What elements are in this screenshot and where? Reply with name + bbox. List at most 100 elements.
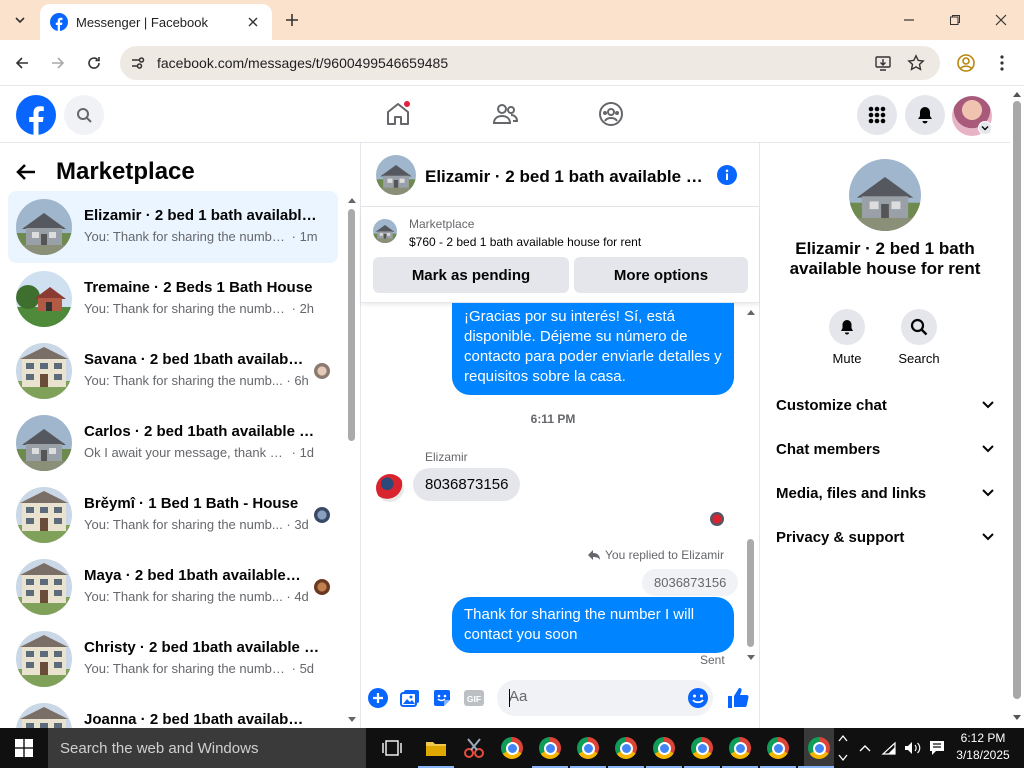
mute-bell-icon[interactable] — [829, 309, 865, 345]
conversation-item[interactable]: Tremaine · 2 Beds 1 Bath House You: Than… — [8, 263, 338, 335]
chrome-profile-icon[interactable] — [614, 736, 638, 760]
scroll-up-icon — [348, 198, 356, 203]
tab-search-button[interactable] — [8, 8, 32, 32]
chrome-profile-icon[interactable] — [652, 736, 676, 760]
chrome-profile-icon[interactable] — [576, 736, 600, 760]
conversation-preview: You: Thank for sharing the number... — [84, 229, 288, 244]
conversation-item[interactable]: Brěymî · 1 Bed 1 Bath - House You: Thank… — [8, 479, 338, 551]
file-explorer-icon[interactable] — [424, 736, 448, 760]
show-hidden-icons-icon[interactable] — [856, 728, 874, 768]
conversation-item[interactable]: Elizamir · 2 bed 1 bath available house … — [8, 191, 338, 263]
conversation-item[interactable]: Maya · 2 bed 1bath available House for r… — [8, 551, 338, 623]
bookmark-star-icon[interactable] — [906, 53, 926, 73]
conversation-item[interactable]: Carlos · 2 bed 1bath available House for… — [8, 407, 338, 479]
listing-title[interactable]: $760 - 2 bed 1 bath available house for … — [409, 235, 641, 249]
conversation-item[interactable]: Joanna · 2 bed 1bath available House for… — [8, 695, 338, 728]
conversation-title: Maya · 2 bed 1bath available House for r… — [84, 567, 304, 584]
details-listing-thumbnail[interactable] — [849, 159, 921, 231]
chrome-profile-icon-active[interactable] — [804, 728, 834, 768]
scroll-up-icon — [747, 310, 755, 315]
browser-tab[interactable]: Messenger | Facebook — [40, 4, 272, 40]
mute-label: Mute — [832, 351, 862, 366]
page-scrollbar[interactable] — [1010, 87, 1024, 728]
home-icon[interactable] — [383, 99, 413, 129]
facebook-search-icon[interactable] — [64, 95, 104, 135]
scrollbar-thumb[interactable] — [1013, 101, 1021, 699]
minimize-icon[interactable] — [886, 0, 932, 40]
message-input[interactable] — [509, 688, 669, 705]
menu-grid-icon[interactable] — [857, 95, 897, 135]
conversation-time: · 1d — [291, 445, 315, 460]
conversation-item[interactable]: Christy · 2 bed 1bath available House fo… — [8, 623, 338, 695]
taskbar-search-box[interactable]: Search the web and Windows — [48, 728, 366, 768]
more-options-button[interactable]: More options — [574, 257, 748, 293]
attach-photo-icon[interactable] — [399, 687, 421, 709]
incoming-message[interactable]: 8036873156 — [413, 468, 521, 501]
thumbs-up-icon[interactable] — [725, 685, 751, 711]
chrome-profile-icon[interactable] — [690, 736, 714, 760]
browser-menu-icon[interactable] — [990, 51, 1014, 75]
conversation-list-scrollbar[interactable] — [346, 195, 358, 725]
emoji-icon[interactable] — [687, 687, 709, 709]
mute-action[interactable]: Mute — [817, 309, 877, 366]
privacy-support-section[interactable]: Privacy & support — [768, 517, 1002, 557]
reload-icon[interactable] — [82, 51, 106, 75]
url-text[interactable]: facebook.com/messages/t/9600499546659485 — [157, 55, 448, 71]
listing-thumbnail — [16, 703, 72, 728]
close-window-icon[interactable] — [978, 0, 1024, 40]
taskbar-clock[interactable]: 6:12 PM 3/18/2025 — [952, 730, 1014, 764]
action-center-icon[interactable] — [926, 728, 948, 768]
facebook-logo-icon[interactable] — [16, 95, 56, 135]
mark-as-pending-button[interactable]: Mark as pending — [373, 257, 569, 293]
chrome-profile-icon[interactable] — [538, 736, 562, 760]
omnibox[interactable]: facebook.com/messages/t/9600499546659485 — [120, 46, 940, 80]
friends-icon[interactable] — [490, 99, 520, 129]
search-icon[interactable] — [901, 309, 937, 345]
taskbar-scroll-arrows[interactable] — [836, 728, 850, 768]
snipping-tool-icon[interactable] — [462, 736, 486, 760]
chat-members-section[interactable]: Chat members — [768, 429, 1002, 469]
windows-start-icon[interactable] — [0, 728, 48, 768]
info-icon[interactable] — [717, 165, 737, 185]
more-actions-plus-icon[interactable] — [367, 687, 389, 709]
message-input-wrapper[interactable] — [497, 680, 713, 716]
customize-chat-section[interactable]: Customize chat — [768, 385, 1002, 425]
tab-title: Messenger | Facebook — [76, 14, 208, 30]
new-tab-icon[interactable] — [282, 10, 302, 30]
notifications-bell-icon[interactable] — [905, 95, 945, 135]
task-view-icon[interactable] — [380, 736, 404, 760]
groups-icon[interactable] — [596, 99, 626, 129]
chrome-profile-icon[interactable] — [728, 736, 752, 760]
media-files-links-section[interactable]: Media, files and links — [768, 473, 1002, 513]
profile-icon[interactable] — [954, 51, 978, 75]
outgoing-message[interactable]: ¡Gracias por su interés! Sí, está dispon… — [452, 303, 734, 395]
listing-thumbnail-small[interactable] — [373, 219, 397, 243]
wifi-icon[interactable] — [878, 728, 900, 768]
conversation-time: · 3d — [286, 517, 309, 532]
thread-scrollbar[interactable] — [745, 303, 757, 671]
account-chevron-icon[interactable] — [978, 121, 992, 135]
site-info-icon[interactable] — [128, 53, 148, 73]
gif-icon[interactable]: GIF — [463, 687, 485, 709]
volume-icon[interactable] — [902, 728, 924, 768]
restore-icon[interactable] — [932, 0, 978, 40]
chat-listing-thumbnail[interactable] — [376, 155, 416, 195]
close-tab-icon[interactable] — [244, 13, 262, 31]
sender-avatar[interactable] — [376, 474, 404, 502]
search-action[interactable]: Search — [889, 309, 949, 366]
chrome-profile-icon[interactable] — [766, 736, 790, 760]
conversation-preview: You: Thank for sharing the numb... — [84, 517, 283, 532]
sticker-icon[interactable] — [431, 687, 453, 709]
listing-thumbnail — [16, 631, 72, 687]
scrollbar-thumb[interactable] — [747, 539, 754, 647]
install-app-icon[interactable] — [873, 53, 893, 73]
scrollbar-thumb[interactable] — [348, 209, 355, 441]
back-arrow-icon[interactable] — [16, 157, 48, 187]
outgoing-message[interactable]: Thank for sharing the number I will cont… — [452, 597, 734, 653]
back-icon[interactable] — [10, 51, 34, 75]
chat-title[interactable]: Elizamir · 2 bed 1 bath available house … — [425, 167, 705, 187]
chrome-icon[interactable] — [500, 736, 524, 760]
forward-icon[interactable] — [46, 51, 70, 75]
conversation-item[interactable]: Savana · 2 bed 1bath available House for… — [8, 335, 338, 407]
quoted-message[interactable]: 8036873156 — [642, 569, 739, 596]
